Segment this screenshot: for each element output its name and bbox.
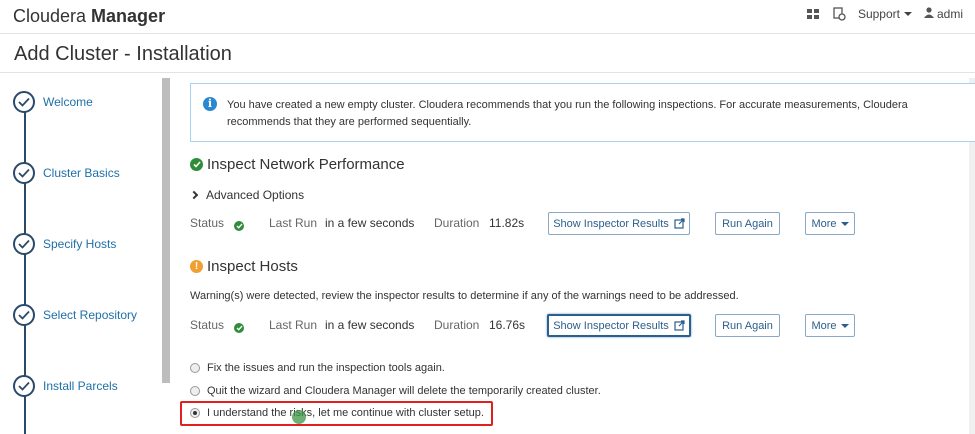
hosts-status-row: Status Last Run in a few seconds Duratio… (190, 314, 870, 338)
chevron-down-icon (840, 323, 849, 328)
status-ok-icon (234, 218, 244, 232)
check-icon (13, 375, 35, 397)
button-label: More (811, 319, 837, 332)
step-label: Install Parcels (43, 379, 118, 393)
step-cluster-basics[interactable]: Cluster Basics (13, 161, 120, 185)
chevron-down-icon (840, 221, 849, 226)
status-label: Status (190, 216, 225, 230)
chevron-right-icon (189, 190, 199, 200)
button-label: Show Inspector Results (553, 319, 669, 332)
brand-logo[interactable]: Cloudera Manager (13, 6, 165, 27)
run-again-button[interactable]: Run Again (715, 212, 780, 235)
top-actions: Support admi (806, 7, 975, 21)
support-label: Support (857, 7, 900, 21)
check-circle-icon (190, 158, 203, 171)
show-inspector-results-button[interactable]: Show Inspector Results (547, 314, 691, 337)
duration-value: 11.82s (489, 216, 525, 230)
advanced-options-toggle[interactable]: Advanced Options (189, 188, 305, 202)
page-title: Add Cluster - Installation (14, 43, 232, 65)
section-title-text: Inspect Hosts (207, 258, 298, 275)
user-label: admi (936, 7, 963, 21)
radio-button[interactable] (190, 386, 200, 396)
option-fix-issues[interactable]: Fix the issues and run the inspection to… (190, 362, 445, 374)
info-alert: i You have created a new empty cluster. … (190, 83, 975, 142)
section-title-text: Inspect Network Performance (207, 156, 405, 173)
option-quit-wizard[interactable]: Quit the wizard and Cloudera Manager wil… (190, 385, 601, 397)
external-link-icon (674, 320, 685, 331)
network-status-row: Status Last Run in a few seconds Duratio… (190, 212, 870, 236)
step-label: Select Repository (43, 308, 138, 322)
last-run-value: in a few seconds (325, 216, 415, 230)
run-again-button[interactable]: Run Again (715, 314, 780, 337)
support-menu[interactable]: Support (858, 7, 912, 21)
brand-light-text: Cloudera (13, 6, 92, 26)
chevron-down-icon (903, 12, 912, 16)
annotation-highlight (180, 401, 493, 426)
button-label: Show Inspector Results (553, 217, 669, 230)
more-dropdown-button[interactable]: More (805, 212, 855, 235)
last-run-label: Last Run (269, 216, 318, 230)
user-menu[interactable]: admi (923, 7, 963, 21)
step-label: Specify Hosts (43, 237, 117, 251)
status-ok-icon (234, 320, 244, 334)
option-label: Quit the wizard and Cloudera Manager wil… (207, 385, 601, 397)
step-label: Welcome (43, 95, 93, 109)
step-specify-hosts[interactable]: Specify Hosts (13, 232, 116, 256)
last-run-value: in a few seconds (325, 318, 415, 332)
check-icon (13, 304, 35, 326)
button-label: More (811, 217, 837, 230)
sidebar-scrollbar[interactable] (162, 78, 170, 383)
parcels-icon[interactable] (806, 7, 820, 21)
hosts-warning-text: Warning(s) were detected, review the ins… (190, 290, 739, 302)
top-navbar: Cloudera Manager Support admi (0, 0, 975, 34)
wizard-steps: Welcome Cluster Basics Specify Hosts Sel… (0, 73, 160, 434)
cursor-indicator (292, 410, 306, 424)
external-link-icon (674, 218, 685, 229)
info-text: You have created a new empty cluster. Cl… (227, 99, 908, 128)
show-inspector-results-button[interactable]: Show Inspector Results (548, 212, 690, 235)
brand-bold-text: Manager (91, 6, 166, 26)
duration-value: 16.76s (489, 318, 526, 332)
step-label: Cluster Basics (43, 166, 120, 180)
check-icon (13, 162, 35, 184)
warning-icon: ! (190, 260, 203, 273)
check-icon (13, 233, 35, 255)
radio-button[interactable] (190, 363, 200, 373)
step-select-repository[interactable]: Select Repository (13, 303, 137, 327)
info-icon: i (203, 97, 217, 111)
option-label: Fix the issues and run the inspection to… (207, 362, 445, 374)
network-section-title: Inspect Network Performance (190, 156, 405, 173)
more-dropdown-button[interactable]: More (805, 314, 855, 337)
step-welcome[interactable]: Welcome (13, 90, 93, 114)
check-icon (13, 91, 35, 113)
user-icon (923, 7, 934, 21)
last-run-label: Last Run (269, 318, 318, 332)
hosts-section-title: ! Inspect Hosts (190, 258, 298, 275)
duration-label: Duration (434, 216, 480, 230)
tasks-icon[interactable] (832, 7, 846, 21)
step-install-parcels[interactable]: Install Parcels (13, 374, 118, 398)
status-label: Status (190, 318, 225, 332)
advanced-options-label: Advanced Options (206, 188, 305, 202)
duration-label: Duration (434, 318, 480, 332)
